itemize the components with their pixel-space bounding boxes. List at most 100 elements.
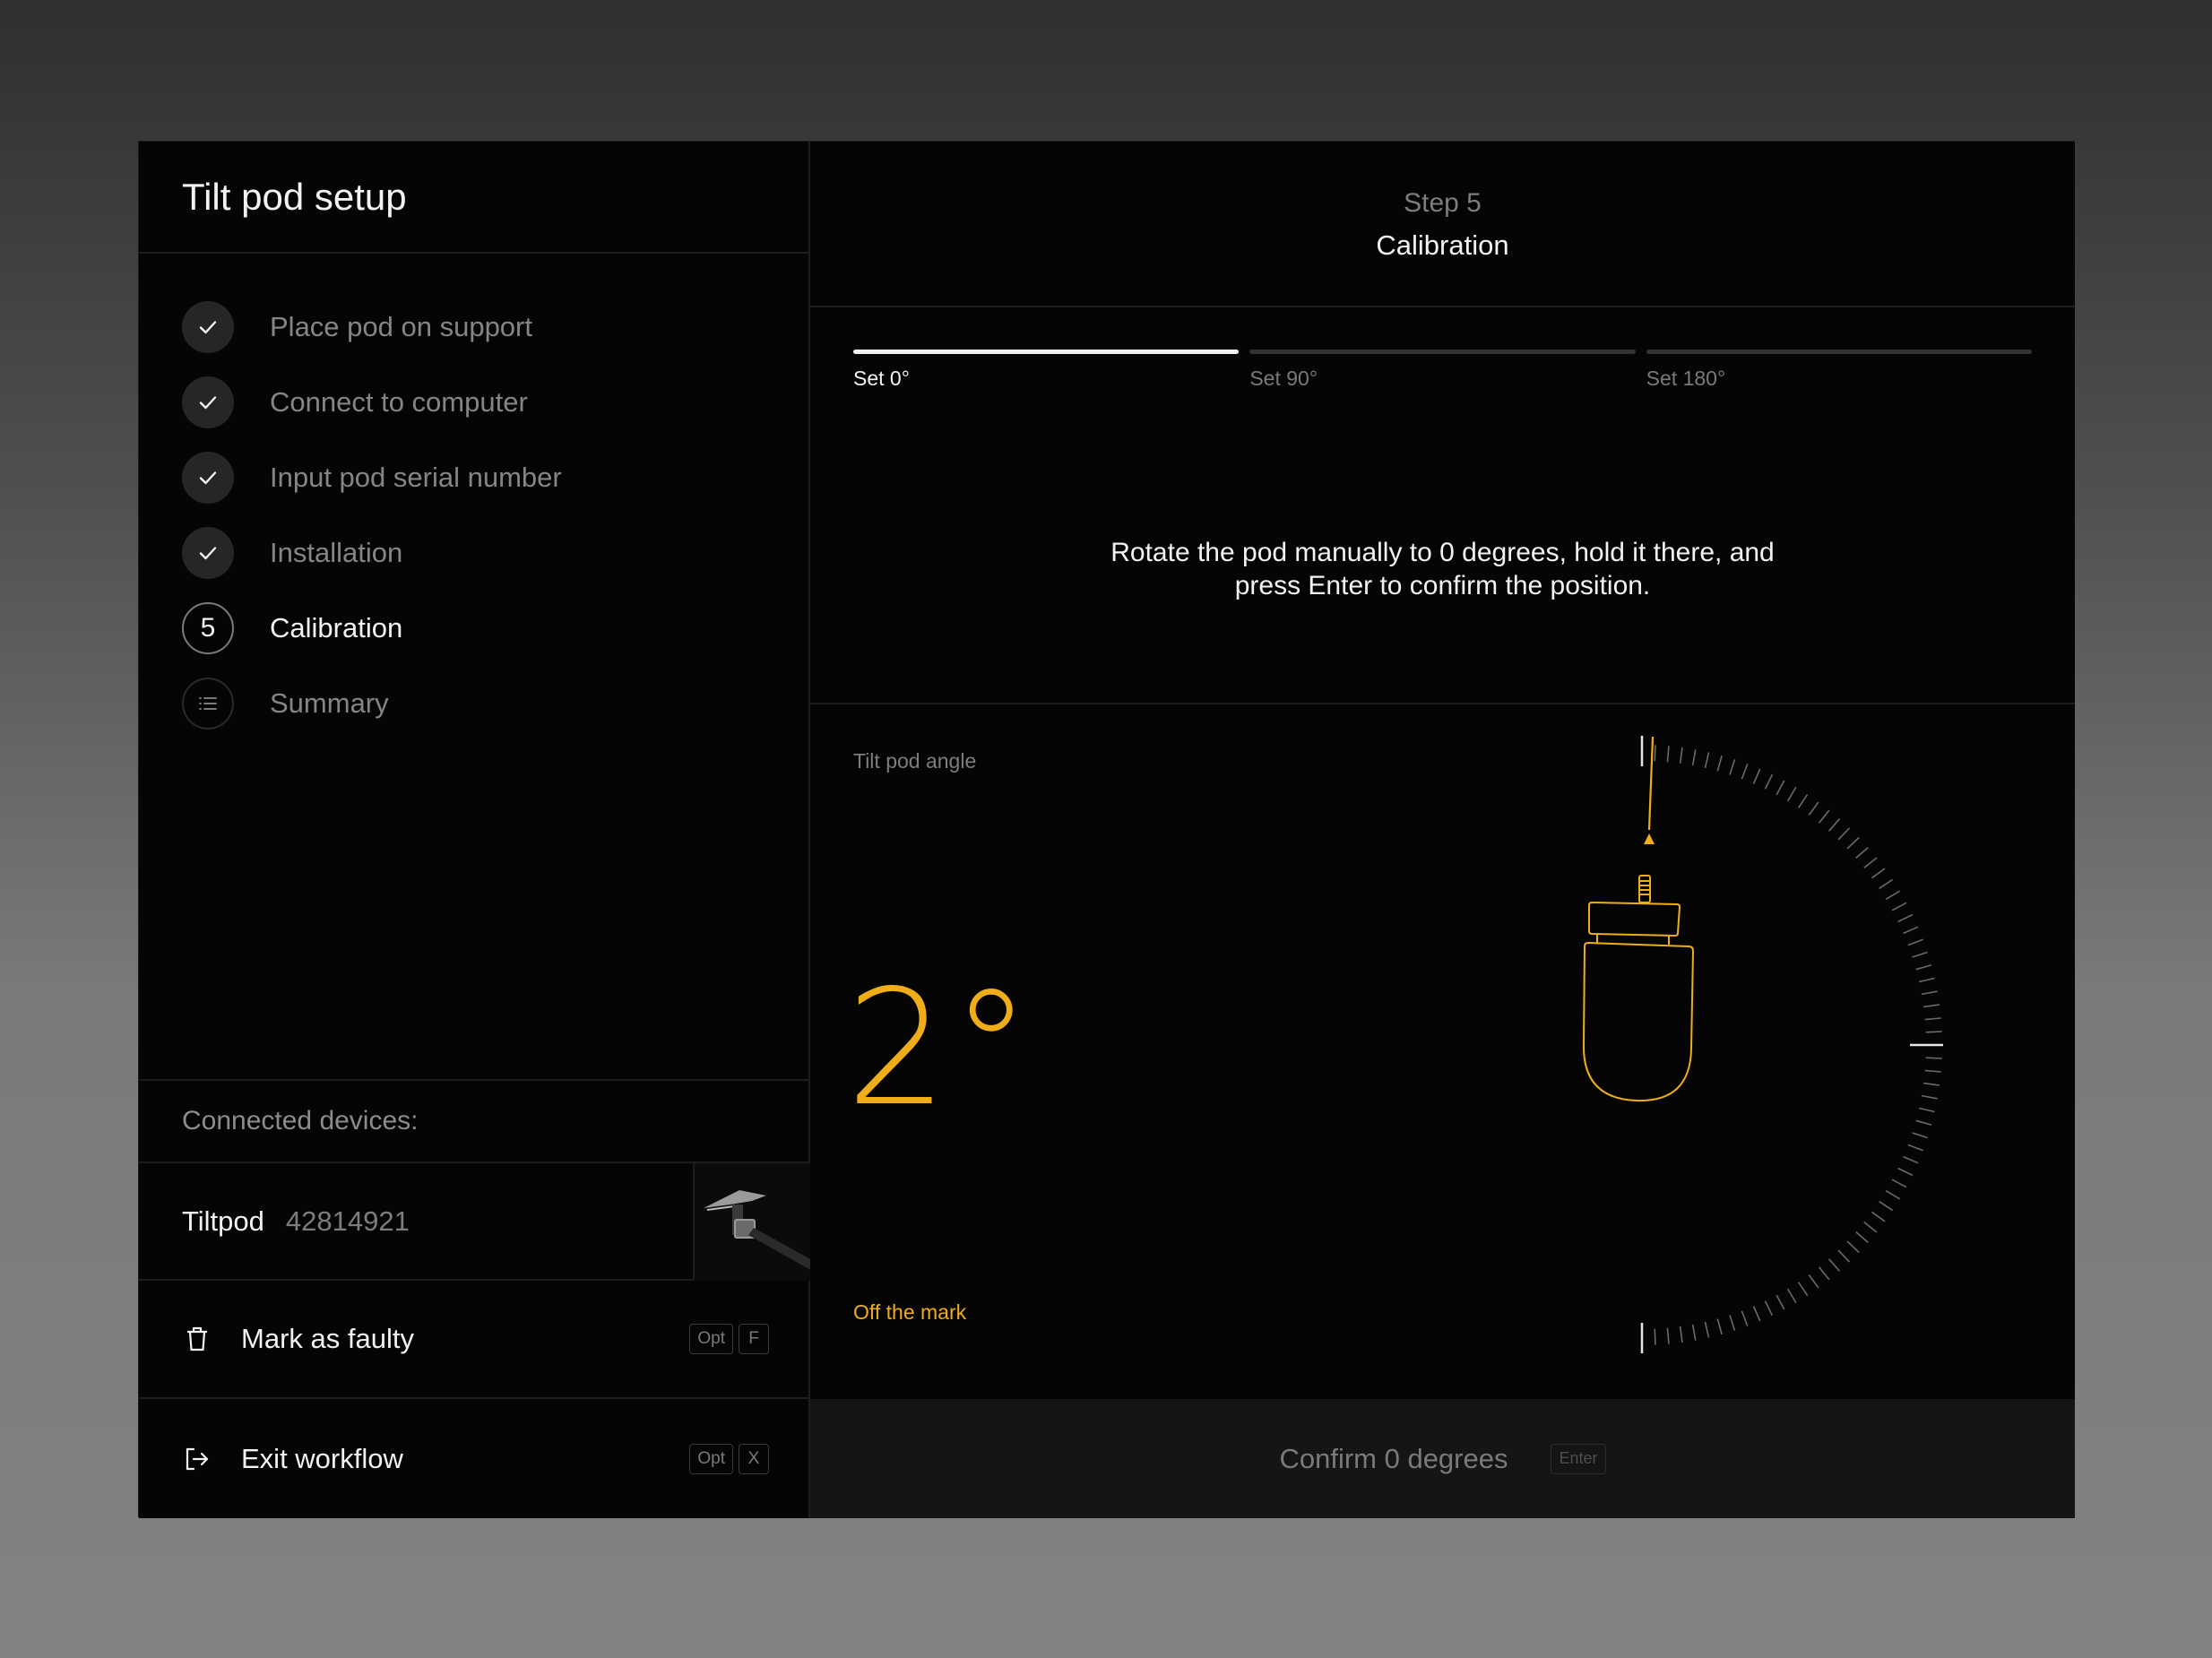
page-title: Tilt pod setup (182, 175, 407, 218)
progress-label: Set 90° (1249, 367, 1318, 390)
dial-tick (1903, 1155, 1919, 1164)
exit-workflow-label: Exit workflow (241, 1442, 403, 1474)
shortcut-key-opt: Opt (689, 1443, 733, 1474)
progress-bar (1646, 350, 2032, 354)
dial-tick (1679, 747, 1683, 764)
list-icon (182, 678, 234, 730)
dial-tick (1897, 913, 1914, 923)
exit-workflow-button[interactable]: Exit workflow Opt X (139, 1399, 810, 1518)
step-label: Input pod serial number (270, 462, 562, 493)
dial-tick (1891, 902, 1907, 911)
dial-tick (1818, 1266, 1830, 1281)
step-item-serial[interactable]: Input pod serial number (139, 440, 808, 515)
dial-tick (1764, 773, 1774, 790)
dial-tick (1915, 1119, 1932, 1126)
shortcut-key-enter: Enter (1551, 1443, 1606, 1474)
progress-bar (853, 350, 1240, 354)
device-serial: 42814921 (285, 1205, 410, 1237)
dial-tick (1808, 801, 1819, 816)
step-number-badge: 5 (182, 602, 234, 654)
step-item-connect[interactable]: Connect to computer (139, 365, 808, 440)
dial-tick (1786, 1288, 1797, 1304)
shortcut-key-opt: Opt (689, 1324, 733, 1354)
progress-segment-set-180: Set 180° (1646, 350, 2032, 391)
step-label: Installation (270, 537, 403, 568)
step-list: Place pod on support Connect to computer… (139, 254, 808, 741)
device-name: Tiltpod (182, 1205, 264, 1237)
dial-tick (1885, 890, 1901, 901)
dial-tick (1897, 1167, 1914, 1177)
dial-tick (1907, 938, 1923, 946)
dial-tick (1764, 1300, 1774, 1317)
step-label: Connect to computer (270, 386, 528, 418)
progress-segment-set-0: Set 0° (853, 350, 1240, 391)
dial-tick (1846, 1240, 1860, 1254)
dial-tick (1921, 990, 1938, 996)
step-label: Summary (270, 687, 389, 719)
dial-tick (1752, 1306, 1761, 1322)
dial-tick (1871, 1211, 1886, 1222)
check-icon (182, 452, 234, 504)
step-item-summary[interactable]: Summary (139, 666, 808, 741)
confirm-button[interactable]: Confirm 0 degrees Enter (810, 1399, 2075, 1518)
dial-tick (1924, 1017, 1941, 1021)
dial-tick (1818, 809, 1830, 824)
angle-dial (1582, 736, 1943, 1353)
shortcut-key-f: F (739, 1324, 769, 1354)
dial-tick (1855, 846, 1869, 859)
dial-tick (1666, 1327, 1670, 1344)
dial-tick (1907, 1144, 1923, 1152)
dial-tick (1903, 926, 1919, 935)
sidebar-header: Tilt pod setup (139, 142, 808, 254)
device-row[interactable]: Tiltpod 42814921 (139, 1163, 810, 1281)
dial-tick (1752, 768, 1761, 784)
pod-illustration (1582, 875, 1695, 1102)
shortcut-keys: Opt F (689, 1324, 769, 1354)
dial-tick (1691, 749, 1697, 766)
dial-tick (1666, 746, 1670, 763)
status-text: Off the mark (853, 1300, 967, 1324)
instruction-text: Rotate the pod manually to 0 degrees, ho… (1110, 538, 1775, 600)
trash-icon (182, 1324, 212, 1354)
dial-tick (1704, 1321, 1710, 1338)
dial-tick (1863, 857, 1878, 869)
dial-tick (1912, 951, 1928, 958)
dial-tick (1921, 1094, 1938, 1100)
step-item-installation[interactable]: Installation (139, 515, 808, 591)
dial-tick (1827, 818, 1841, 832)
dial-tick (1716, 755, 1723, 772)
confirm-label: Confirm 0 degrees (1279, 1442, 1508, 1474)
check-icon (182, 527, 234, 579)
dial-tick (1863, 1221, 1878, 1233)
dial-tick (1786, 786, 1797, 802)
dial-tick (1704, 752, 1710, 769)
angle-indicator-arrow (1644, 833, 1655, 844)
dial-tick (1808, 1274, 1819, 1289)
progress-bar (1249, 350, 1636, 354)
step-name: Calibration (1376, 229, 1509, 261)
angle-readout: 2° (846, 955, 1035, 1141)
angle-indicator-needle (1647, 736, 1655, 831)
step-item-place-pod[interactable]: Place pod on support (139, 289, 808, 365)
mark-as-faulty-button[interactable]: Mark as faulty Opt F (139, 1281, 810, 1399)
dial-tick (1716, 1318, 1723, 1335)
step-number: Step 5 (1404, 188, 1482, 218)
device-thumbnail (693, 1163, 810, 1281)
step-item-calibration[interactable]: 5 Calibration (139, 591, 808, 666)
sidebar: Tilt pod setup Place pod on support Conn… (139, 142, 810, 1518)
check-icon (182, 301, 234, 353)
dial-tick (1827, 1258, 1841, 1272)
dial-tick (1741, 764, 1749, 780)
dial-ticks (1654, 745, 1942, 1345)
main-panel: Step 5 Calibration Set 0° Set 90° Set 18… (810, 142, 2075, 1518)
step-label: Place pod on support (270, 311, 532, 342)
step-header: Step 5 Calibration (810, 142, 2075, 307)
dial-tick (1879, 878, 1894, 890)
tilt-pod-setup-window: Tilt pod setup Place pod on support Conn… (138, 141, 2075, 1518)
dial-tick (1885, 1189, 1901, 1200)
dial-tick (1924, 1069, 1941, 1073)
dial-tick (1776, 780, 1785, 796)
dial-tick (1691, 1324, 1697, 1341)
shortcut-keys: Opt X (689, 1443, 769, 1474)
dial-tick (1912, 1132, 1928, 1139)
